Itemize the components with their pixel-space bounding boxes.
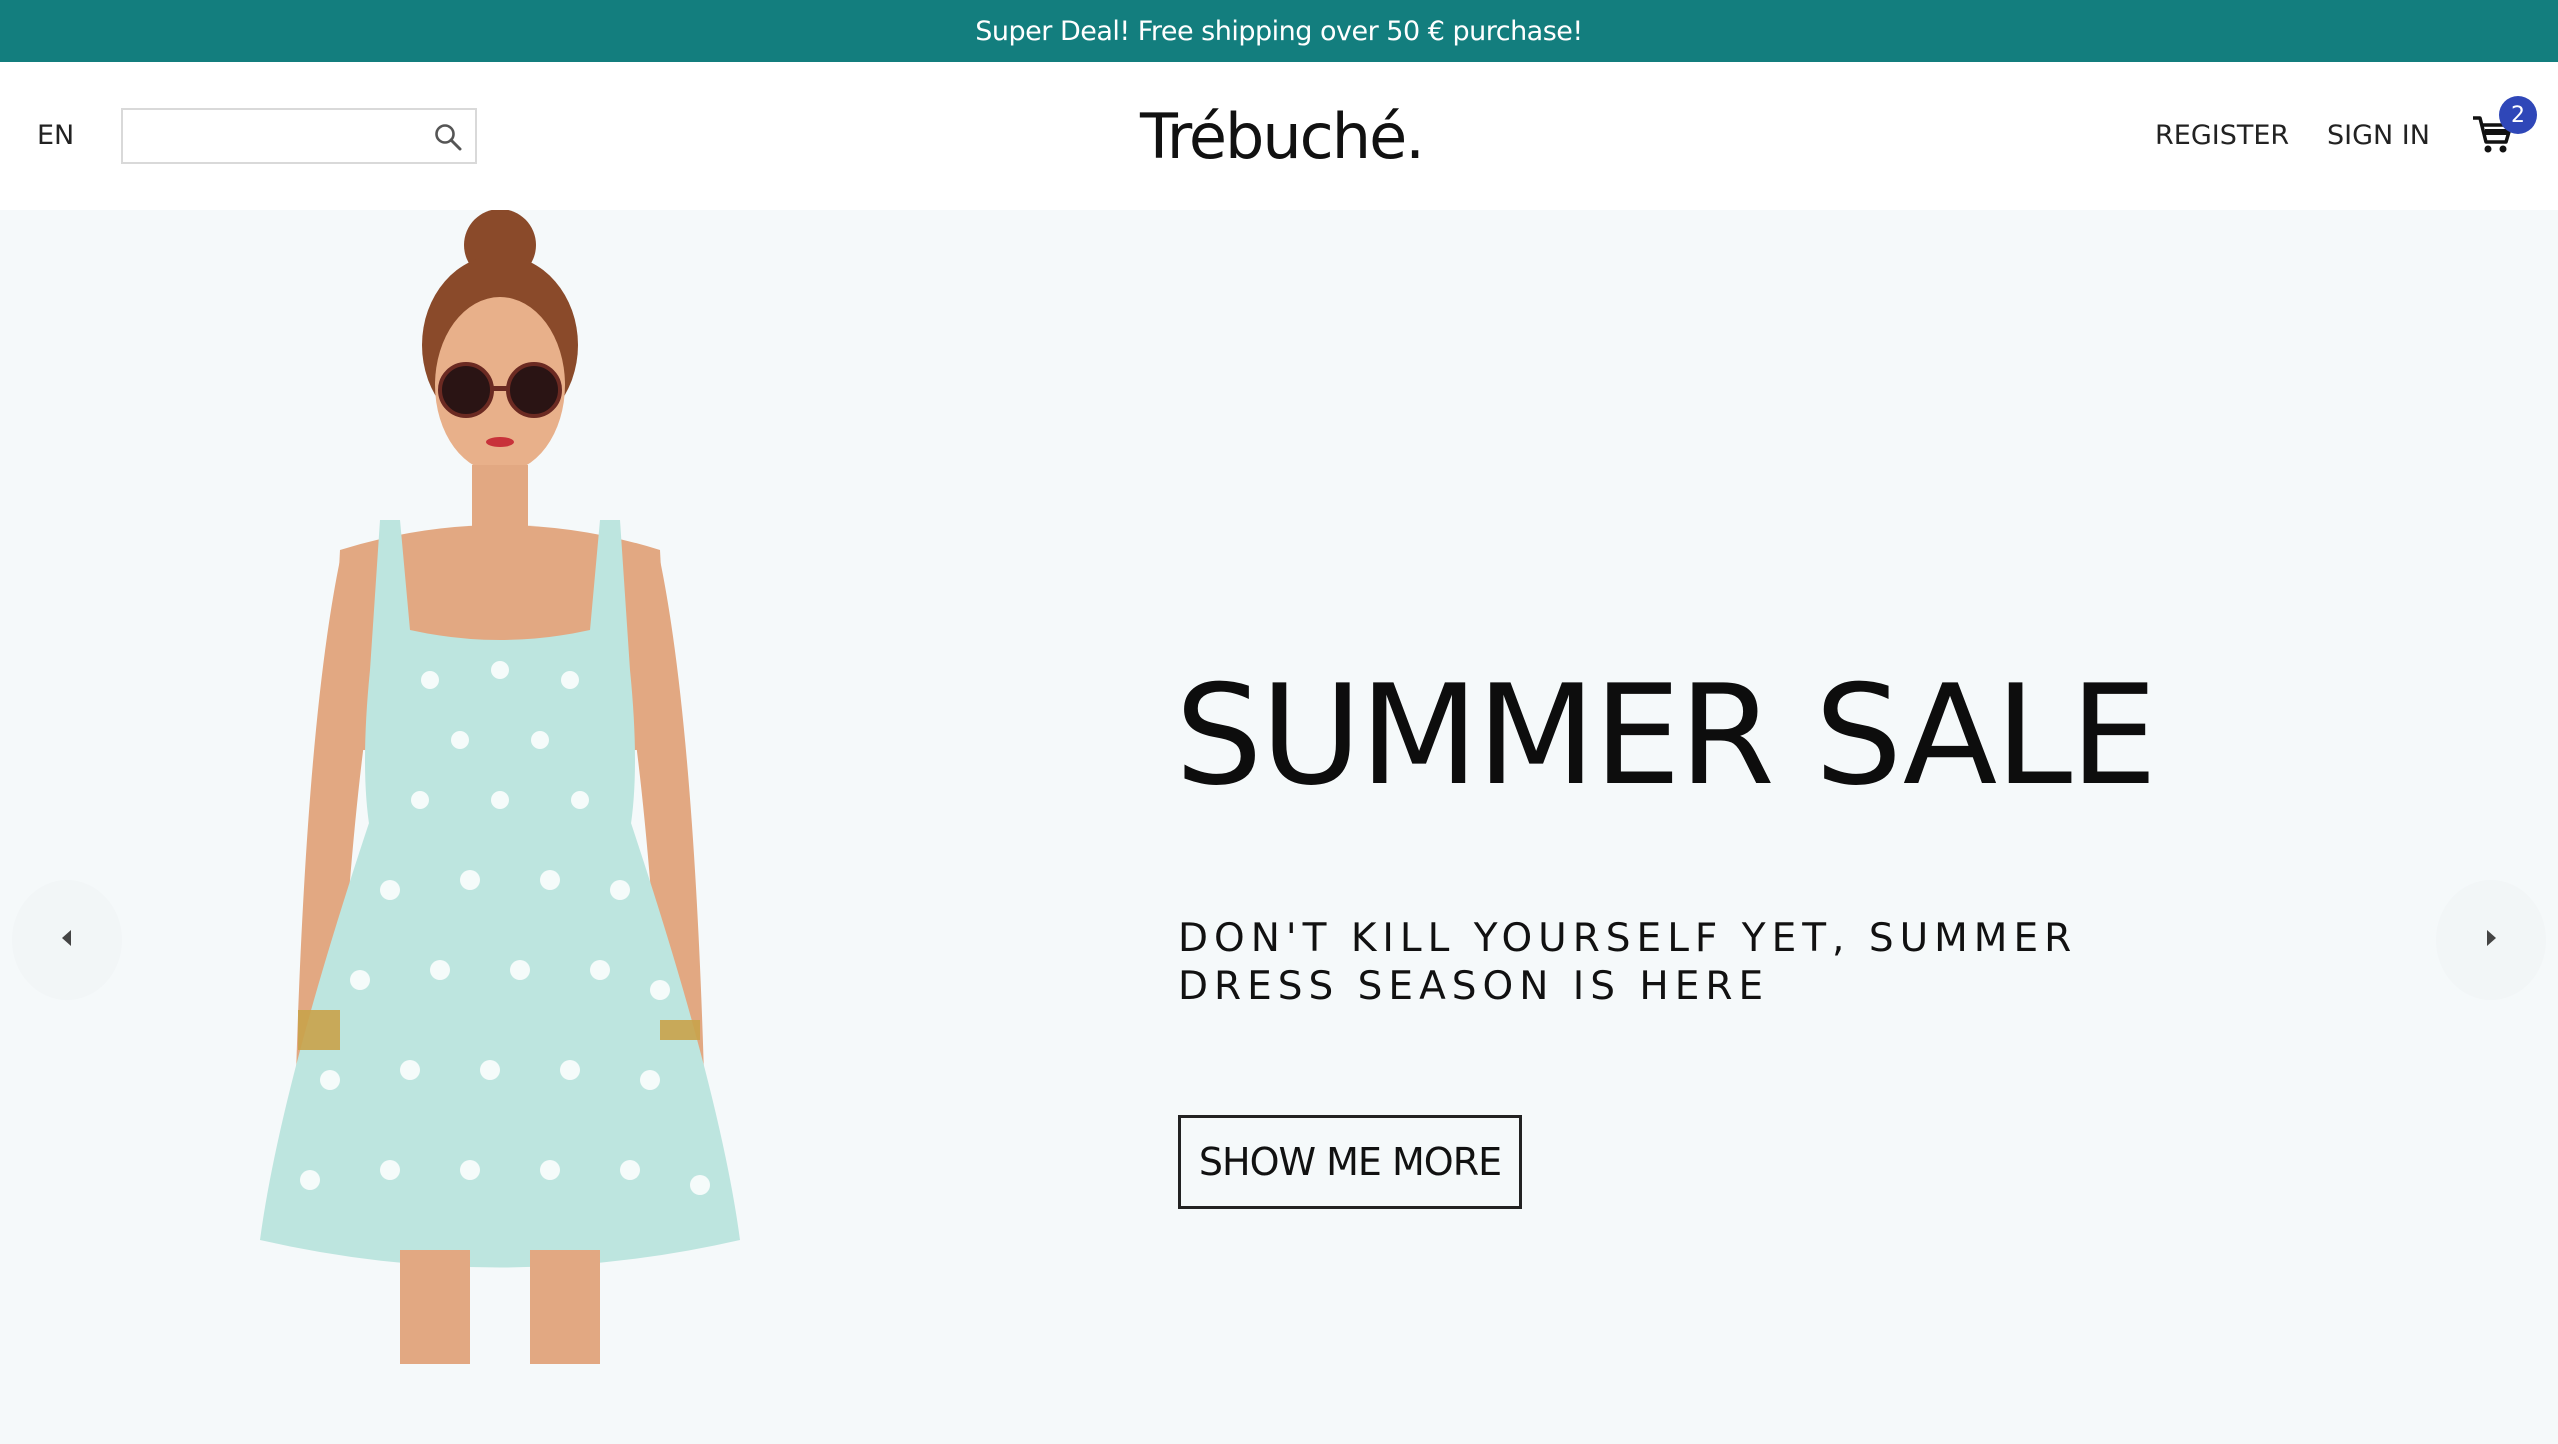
promo-text: Super Deal! Free shipping over 50 € purc… [975,15,1583,47]
search-input[interactable] [133,118,417,156]
register-link[interactable]: REGISTER [2155,120,2289,151]
hero-carousel: SUMMER SALE DON'T KILL YOURSELF YET, SUM… [0,209,2558,1444]
site-logo[interactable]: Trébuché. [1140,100,1425,173]
hero-title: SUMMER SALE [1175,655,2157,816]
sign-in-link[interactable]: SIGN IN [2327,120,2430,151]
search-box[interactable] [121,108,477,164]
promo-banner: Super Deal! Free shipping over 50 € purc… [0,0,2558,62]
show-more-button[interactable]: SHOW ME MORE [1178,1115,1522,1209]
caret-right-icon [2481,926,2501,954]
cart-count-badge: 2 [2499,96,2537,134]
search-icon[interactable] [433,122,463,152]
model-dress-image [200,209,800,1364]
hero-subtitle: DON'T KILL YOURSELF YET, SUMMER DRESS SE… [1178,916,2078,1009]
carousel-next-button[interactable] [2436,880,2546,1000]
language-selector[interactable]: EN [37,120,74,151]
caret-left-icon [57,926,77,954]
carousel-prev-button[interactable] [12,880,122,1000]
site-header: EN Trébuché. REGISTER SIGN IN 2 [0,62,2558,210]
